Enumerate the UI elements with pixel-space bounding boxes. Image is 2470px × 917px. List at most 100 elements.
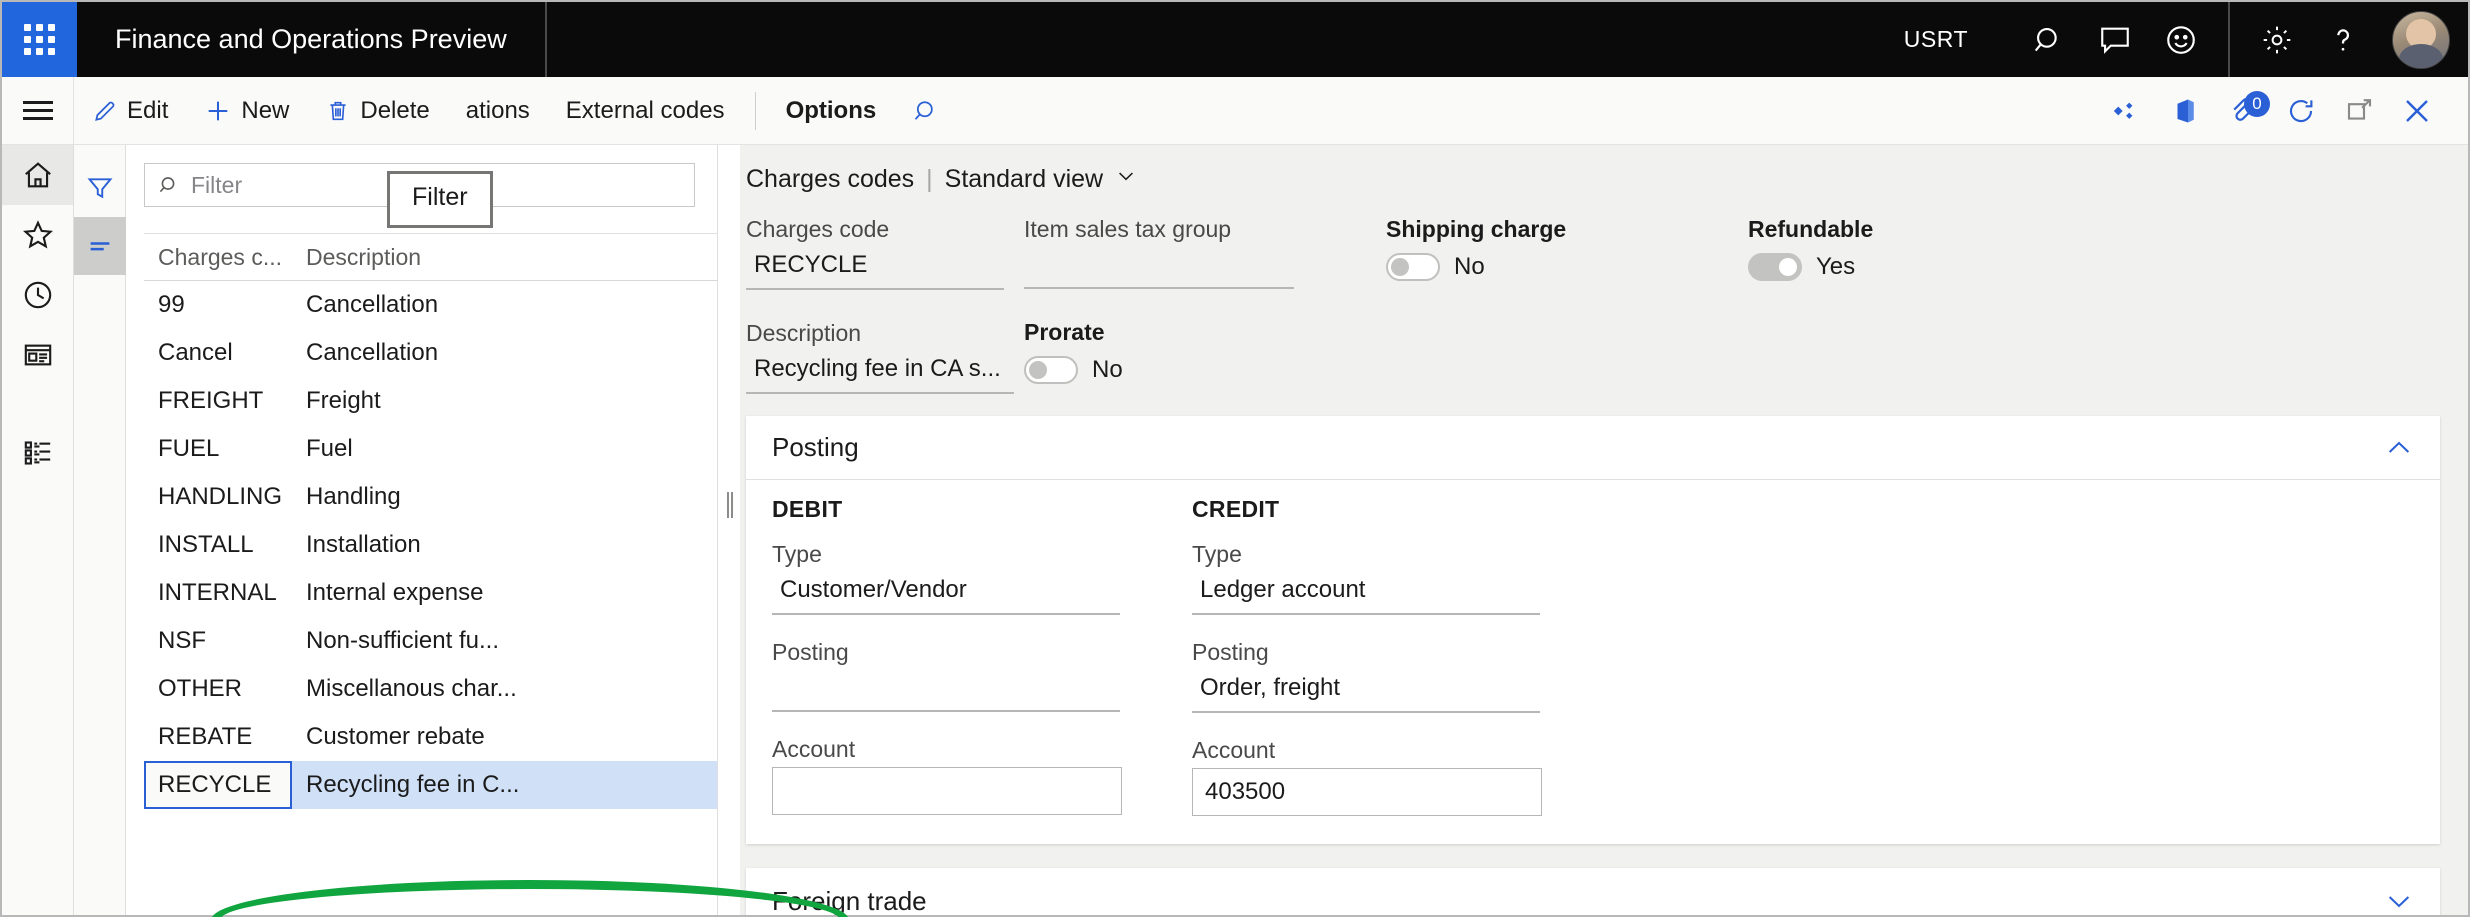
charges-code-label: Charges code [746,216,1024,243]
delete-button[interactable]: Delete [307,77,447,144]
description-input[interactable]: Recycling fee in CA s... [746,351,1014,394]
field-group-tax-prorate: Item sales tax group Prorate No [1024,216,1386,394]
charges-code-input[interactable]: RECYCLE [746,247,1004,290]
column-header-charges-code[interactable]: Charges c... [144,244,292,271]
shipping-charge-toggle[interactable] [1386,253,1440,281]
help-icon[interactable] [2310,2,2376,77]
prorate-toggle-row: No [1024,356,1386,384]
credit-account-input[interactable]: 403500 [1192,768,1542,816]
debit-posting-input[interactable] [772,670,1120,712]
debit-type-input[interactable]: Customer/Vendor [772,572,1120,615]
external-codes-button[interactable]: External codes [548,77,743,144]
foreign-trade-section: Foreign trade [746,868,2440,915]
table-row[interactable]: 99 Cancellation [144,281,717,329]
command-bar-right-group: 0 [2098,77,2468,144]
view-selector[interactable]: Standard view [945,165,1137,194]
shipping-charge-label: Shipping charge [1386,216,1748,243]
attachment-icon[interactable]: 0 [2214,77,2272,144]
sidebar-item-favorites[interactable] [2,205,73,265]
debit-account-label: Account [772,736,1192,763]
cell-code: INSTALL [144,531,292,559]
table-row[interactable]: HANDLING Handling [144,473,717,521]
description-label: Description [746,320,1024,347]
item-sales-tax-group-input[interactable] [1024,247,1294,289]
table-row[interactable]: NSF Non-sufficient fu... [144,617,717,665]
pane-splitter[interactable] [718,145,740,915]
cell-code: INTERNAL [144,579,292,607]
table-row[interactable]: Cancel Cancellation [144,329,717,377]
breadcrumb-page[interactable]: Charges codes [746,165,914,194]
sidebar-item-modules[interactable] [2,423,73,483]
credit-posting-input[interactable]: Order, freight [1192,670,1540,713]
posting-section-header[interactable]: Posting [746,416,2440,480]
user-avatar[interactable] [2392,11,2450,69]
field-group-shipping-charge: Shipping charge No [1386,216,1748,394]
table-row[interactable]: INTERNAL Internal expense [144,569,717,617]
sidebar-item-recent[interactable] [2,265,73,325]
table-row[interactable]: INSTALL Installation [144,521,717,569]
feedback-icon[interactable] [2082,2,2148,77]
cell-description: Installation [292,531,717,559]
funnel-icon[interactable] [74,159,126,217]
sidebar-item-home[interactable] [2,145,73,205]
column-header-description[interactable]: Description [292,244,717,271]
new-button[interactable]: New [186,77,307,144]
view-selector-label: Standard view [945,165,1103,194]
edit-label: Edit [127,97,168,125]
credit-type-label: Type [1192,541,1612,568]
chevron-up-icon[interactable] [2384,433,2414,463]
list-column-headers: Charges c... Description [144,233,717,281]
refundable-toggle[interactable] [1748,253,1802,281]
nav-menu-button[interactable] [2,77,74,144]
header-fields: Charges code RECYCLE Description Recycli… [740,194,2440,394]
cell-description: Cancellation [292,291,717,319]
refundable-toggle-row: Yes [1748,253,2440,281]
table-row[interactable]: FREIGHT Freight [144,377,717,425]
command-search-button[interactable] [894,77,958,144]
cell-code: Cancel [144,339,292,367]
app-launcher-button[interactable] [2,2,77,77]
sidebar-item-workspaces[interactable] [2,325,73,385]
shipping-charge-toggle-row: No [1386,253,1748,281]
foreign-trade-section-title: Foreign trade [772,886,927,916]
table-row-selected[interactable]: RECYCLE Recycling fee in C... [144,761,717,809]
smiley-icon[interactable] [2148,2,2214,77]
office-icon[interactable] [2156,77,2214,144]
plus-icon [204,97,232,125]
credit-type-input[interactable]: Ledger account [1192,572,1540,615]
popout-icon[interactable] [2330,77,2388,144]
options-button[interactable]: Options [768,77,895,144]
table-row[interactable]: FUEL Fuel [144,425,717,473]
prorate-toggle[interactable] [1024,356,1078,384]
lines-icon[interactable] [74,217,126,275]
debit-heading: DEBIT [772,496,1192,523]
share-icon[interactable] [2098,77,2156,144]
posting-credit-column: CREDIT Type Ledger account Posting Order… [1192,496,1612,816]
refresh-icon[interactable] [2272,77,2330,144]
credit-account-label: Account [1192,737,1612,764]
table-row[interactable]: OTHER Miscellanous char... [144,665,717,713]
filter-tooltip: Filter [387,171,493,228]
cell-description: Customer rebate [292,723,717,751]
refundable-value: Yes [1816,253,1855,281]
posting-debit-column: DEBIT Type Customer/Vendor Posting Accou… [772,496,1192,816]
field-spacer [772,712,1192,736]
debit-account-input[interactable] [772,767,1122,815]
foreign-trade-section-header[interactable]: Foreign trade [746,868,2440,915]
waffle-icon [24,24,55,55]
chevron-down-icon[interactable] [2384,886,2414,915]
posting-section-body: DEBIT Type Customer/Vendor Posting Accou… [746,480,2440,844]
edit-button[interactable]: Edit [74,77,186,144]
close-icon[interactable] [2388,77,2446,144]
field-group-charges-code: Charges code RECYCLE Description Recycli… [746,216,1024,394]
cell-description: Internal expense [292,579,717,607]
external-codes-label: External codes [566,97,725,125]
search-icon [912,97,940,125]
table-row[interactable]: REBATE Customer rebate [144,713,717,761]
search-icon[interactable] [2016,2,2082,77]
cell-code[interactable]: RECYCLE [144,761,292,809]
translations-button[interactable]: ations [448,77,548,144]
settings-icon[interactable] [2244,2,2310,77]
field-spacer [746,290,1024,320]
field-group-refundable: Refundable Yes [1748,216,2440,394]
